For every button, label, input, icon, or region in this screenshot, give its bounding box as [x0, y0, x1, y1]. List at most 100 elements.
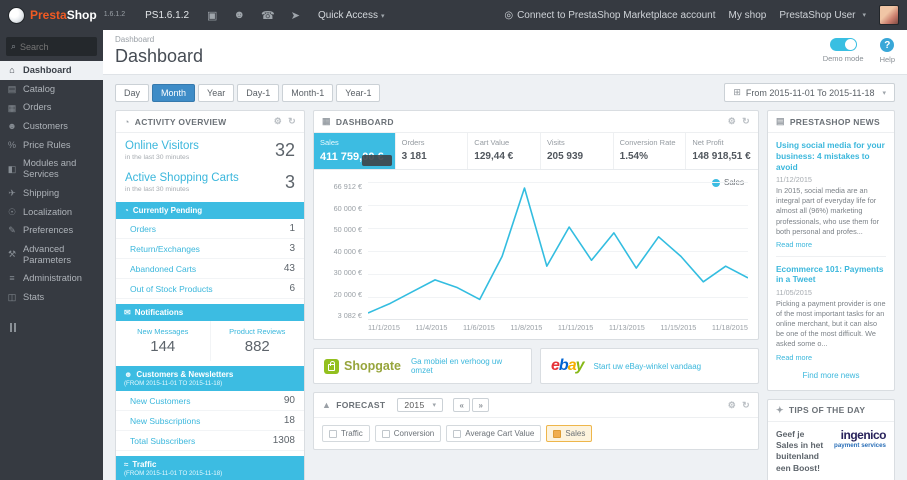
pending-returns-link[interactable]: Return/Exchanges [130, 244, 200, 254]
forecast-avg-cart-checkbox[interactable]: Average Cart Value [446, 425, 542, 442]
traffic-header: ≈ Traffic (FROM 2015-11-01 TO 2015-11-18) [116, 456, 304, 480]
sales-chart: Sales 66 912 €60 000 €50 000 €40 000 €30… [314, 170, 758, 339]
sidebar-item-customers[interactable]: ☻ Customers [0, 117, 103, 136]
demo-mode-toggle[interactable] [829, 38, 857, 51]
tips-panel-title: TIPS OF THE DAY [788, 405, 866, 416]
sidebar-item-localization[interactable]: ☉ Localization [0, 203, 103, 222]
gear-icon[interactable]: ⚙ [274, 116, 282, 127]
gear-icon[interactable]: ⚙ [728, 116, 736, 127]
kpi-net-profit[interactable]: Net Profit 148 918,51 € [686, 133, 758, 169]
quick-access-menu[interactable]: Quick Access ▾ [308, 10, 395, 21]
demo-mode-control: Demo mode [823, 38, 864, 63]
chevron-down-icon: ▾ [882, 89, 886, 97]
sidebar-collapse-icon[interactable] [10, 322, 103, 332]
forecast-prev-button[interactable]: « [453, 398, 471, 412]
module-promos: Shopgate Ga mobiel en verhoog uw omzet e… [313, 348, 759, 384]
date-range-picker[interactable]: ⊞ From 2015-11-01 To 2015-11-18 ▾ [724, 83, 895, 102]
help-icon[interactable]: ? [880, 38, 895, 52]
prestashop-logo[interactable]: PrestaShop 1.6.1.2 [0, 6, 135, 24]
sidebar-item-administration[interactable]: ≡ Administration [0, 269, 103, 288]
refresh-icon[interactable]: ↻ [742, 400, 750, 411]
read-more-link[interactable]: Read more [776, 353, 886, 362]
refresh-icon[interactable]: ↻ [288, 116, 296, 127]
shopgate-link[interactable]: Ga mobiel en verhoog uw omzet [411, 357, 521, 375]
news-article-title[interactable]: Using social media for your business: 4 … [776, 140, 886, 172]
new-customers-link[interactable]: New Customers [130, 396, 190, 406]
user-menu[interactable]: PrestaShop User ▾ [779, 10, 866, 21]
abandoned-carts-link[interactable]: Abandoned Carts [130, 264, 196, 274]
find-more-news-link[interactable]: Find more news [776, 362, 886, 386]
out-of-stock-link[interactable]: Out of Stock Products [130, 284, 213, 294]
sidebar: ⌕ ⌂Dashboard ▤Catalog ▦Orders ☻Customers… [0, 30, 103, 480]
news-article-date: 11/05/2015 [776, 288, 812, 298]
cart-icon[interactable]: ▣ [199, 9, 225, 22]
chart-line-icon: ▲ [322, 400, 332, 410]
filter-year-button[interactable]: Year [198, 83, 235, 102]
online-visitors-link[interactable]: Online Visitors [125, 140, 199, 153]
sidebar-item-modules[interactable]: ◧ Modules and Services [0, 154, 103, 183]
version-label: 1.6.1.2 [103, 10, 126, 18]
sidebar-item-price-rules[interactable]: % Price Rules [0, 136, 103, 155]
sidebar-item-advanced-parameters[interactable]: ⚒ Advanced Parameters [0, 240, 103, 269]
profile-icon[interactable]: ☻ [225, 9, 253, 21]
ebay-link[interactable]: Start uw eBay-winkel vandaag [594, 362, 702, 371]
shop-name-link[interactable]: PS1.6.1.2 [135, 10, 199, 21]
forecast-panel-title: FORECAST [336, 400, 386, 410]
sidebar-item-shipping[interactable]: ✈ Shipping [0, 184, 103, 203]
product-reviews-link[interactable]: Product Reviews [215, 327, 301, 336]
news-article-title[interactable]: Ecommerce 101: Payments in a Tweet [776, 264, 886, 286]
forecast-year-select[interactable]: 2015 ▾ [397, 398, 444, 412]
news-article: Ecommerce 101: Payments in a Tweet 11/05… [776, 255, 886, 362]
clock-icon: ◔ [124, 206, 129, 215]
sidebar-item-catalog[interactable]: ▤ Catalog [0, 80, 103, 99]
shopgate-logo: Shopgate [324, 358, 401, 374]
kpi-conversion-rate[interactable]: Conversion Rate 1.54% [614, 133, 687, 169]
forecast-sales-checkbox[interactable]: Sales [546, 425, 593, 442]
active-carts-value: 3 [284, 172, 295, 192]
forecast-conversion-checkbox[interactable]: Conversion [374, 425, 442, 442]
new-subscriptions-link[interactable]: New Subscriptions [130, 416, 200, 426]
out-of-stock-row: Out of Stock Products 6 [116, 279, 304, 299]
dashboard-column: ▦ DASHBOARD ⚙ ↻ Sales 411 759,00 € Orders 3… [313, 110, 759, 450]
gear-icon[interactable]: ⚙ [728, 400, 736, 411]
sidebar-item-dashboard[interactable]: ⌂ Dashboard [0, 61, 103, 80]
news-panel-title: PRESTASHOP NEWS [789, 116, 880, 127]
kpi-visits[interactable]: Visits 205 939 [541, 133, 614, 169]
active-carts-link[interactable]: Active Shopping Carts [125, 172, 239, 185]
search-input[interactable] [20, 41, 92, 52]
rocket-icon[interactable]: ➤ [283, 9, 308, 22]
sidebar-search[interactable]: ⌕ [6, 37, 97, 56]
page-title: Dashboard [115, 46, 204, 66]
clock-icon: ◔ [124, 116, 130, 127]
kpi-cart-value[interactable]: Cart Value 129,44 € [468, 133, 541, 169]
new-messages-link[interactable]: New Messages [120, 327, 206, 336]
kpi-sales[interactable]: Sales 411 759,00 € [314, 133, 396, 169]
breadcrumb[interactable]: Dashboard [115, 35, 203, 44]
abandoned-carts-row: Abandoned Carts 43 [116, 259, 304, 279]
support-icon[interactable]: ☎ [253, 9, 283, 22]
my-shop-link[interactable]: My shop [729, 10, 767, 21]
read-more-link[interactable]: Read more [776, 240, 886, 249]
chart-plot-area [368, 182, 748, 320]
filter-month-button[interactable]: Month [152, 83, 196, 102]
filter-month-1-button[interactable]: Month-1 [282, 83, 334, 102]
sales-line [368, 182, 748, 319]
filter-day-1-button[interactable]: Day-1 [237, 83, 280, 102]
sidebar-item-preferences[interactable]: ✎ Preferences [0, 221, 103, 240]
filter-day-button[interactable]: Day [115, 83, 150, 102]
forecast-legend: Traffic Conversion Average Cart Value Sa… [314, 418, 758, 449]
filter-year-1-button[interactable]: Year-1 [336, 83, 381, 102]
activity-overview-panel: ◔ ACTIVITY OVERVIEW ⚙ ↻ Online Visitors i… [115, 110, 305, 480]
total-subscribers-link[interactable]: Total Subscribers [130, 436, 195, 446]
refresh-icon[interactable]: ↻ [742, 116, 750, 127]
pending-orders-link[interactable]: Orders [130, 224, 156, 234]
forecast-next-button[interactable]: » [472, 398, 490, 412]
forecast-traffic-checkbox[interactable]: Traffic [322, 425, 370, 442]
sidebar-item-stats[interactable]: ◫ Stats [0, 288, 103, 307]
avatar[interactable] [879, 5, 899, 25]
customers-newsletters-header: ☻ Customers & Newsletters (FROM 2015-11-0… [116, 366, 304, 391]
kpi-orders[interactable]: Orders 3 181 [396, 133, 469, 169]
marketplace-link[interactable]: ◎ Connect to PrestaShop Marketplace accou… [504, 10, 715, 21]
help-control: ? Help [880, 38, 895, 64]
sidebar-item-orders[interactable]: ▦ Orders [0, 98, 103, 117]
